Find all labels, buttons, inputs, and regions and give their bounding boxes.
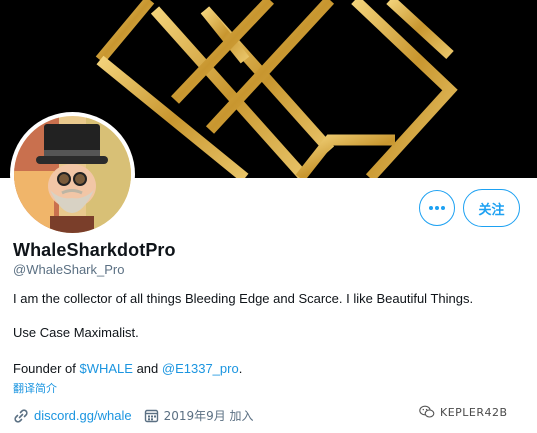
more-dots-icon [429,206,445,210]
translate-bio-link[interactable]: 翻译简介 [13,380,57,396]
more-options-button[interactable] [419,190,455,226]
watermark: KEPLER42B [419,405,508,419]
bio-founder-prefix: Founder of [13,361,80,376]
profile-display-name: WhaleSharkdotPro [13,240,176,260]
link-icon [13,408,29,424]
bio-and-text: and [132,361,162,376]
website-link[interactable]: discord.gg/whale [34,408,132,423]
joined-date: 2019年9月 加入 [163,409,254,423]
avatar-image [14,116,131,233]
bio-end-text: . [238,361,243,376]
bio-line-3: Founder of $WHALE and @E1337_pro. [13,361,242,376]
watermark-text: KEPLER42B [440,405,508,419]
profile-avatar[interactable] [10,112,135,237]
calendar-icon [144,408,159,423]
follow-button[interactable]: 关注 [463,189,520,227]
profile-meta: discord.gg/whale 2019年9月 加入 [13,407,254,424]
bio-line-2: Use Case Maximalist. [13,325,139,340]
wechat-icon [419,405,435,419]
mention-e1337-link[interactable]: @E1337_pro [162,361,239,376]
bio-line-1: I am the collector of all things Bleedin… [13,291,474,306]
cashtag-whale-link[interactable]: $WHALE [80,361,133,376]
profile-handle: @WhaleShark_Pro [13,262,125,277]
